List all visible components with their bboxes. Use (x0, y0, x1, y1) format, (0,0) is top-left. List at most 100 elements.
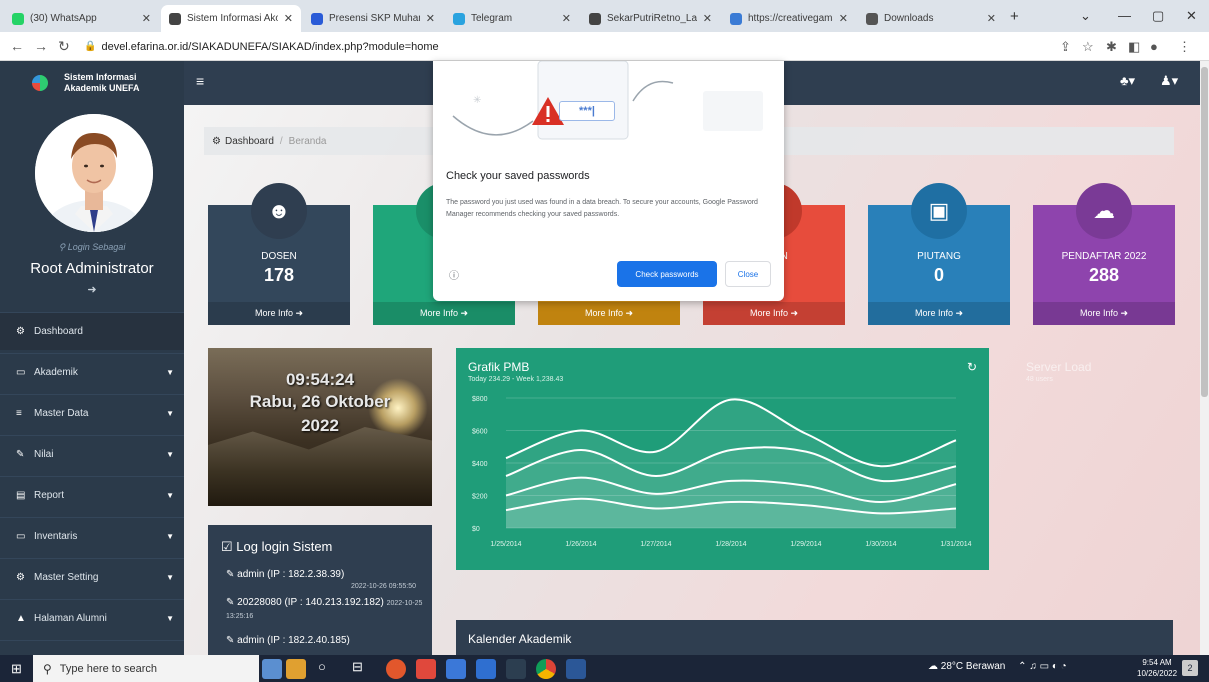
close-tab-icon[interactable]: ✕ (284, 12, 293, 25)
search-icon: ⚲ (43, 661, 52, 676)
back-icon[interactable]: ← (10, 38, 24, 54)
task-view-icon[interactable]: ⊟ (352, 659, 372, 679)
stat-label: DOSEN (261, 251, 297, 262)
close-popup-button[interactable]: Close (725, 261, 771, 287)
sidebar-item-pmb[interactable]: ●PMB▼ (0, 640, 184, 655)
info-icon[interactable]: ⓘ (449, 267, 459, 282)
tab-search-icon[interactable]: ⌄ (1080, 8, 1091, 24)
caret-down-icon: ▼ (166, 614, 174, 623)
caret-down-icon: ▼ (166, 450, 174, 459)
browser-tab[interactable]: https://creativegama ✕ (722, 5, 856, 32)
close-tab-icon[interactable]: ✕ (426, 12, 435, 25)
bookmark-star-icon[interactable]: ☆ (1082, 39, 1094, 55)
taskbar-clock[interactable]: 9:54 AM 10/26/2022 (1137, 657, 1177, 679)
weather-text[interactable]: 28°C Berawan (941, 661, 1006, 672)
close-tab-icon[interactable]: ✕ (987, 12, 996, 25)
chrome-icon[interactable] (536, 659, 556, 679)
hamburger-menu-icon[interactable]: ≡ (196, 73, 204, 89)
browser-tab[interactable]: SekarPutriRetno_Lap ✕ (581, 5, 720, 32)
stat-box: ☁ PENDAFTAR 2022 288 More Info ➜ (1033, 183, 1175, 325)
browser-tab[interactable]: (30) WhatsApp ✕ (4, 5, 159, 32)
close-tab-icon[interactable]: ✕ (562, 12, 571, 25)
minimize-icon[interactable]: — (1118, 8, 1131, 23)
pmb-today-value: 234.29 (488, 376, 511, 383)
new-tab-button[interactable]: + (1010, 8, 1019, 25)
favicon-icon (453, 12, 465, 25)
sidebar-item-inventaris[interactable]: ▭ Inventaris ▼ (0, 517, 184, 555)
store-icon[interactable] (506, 659, 526, 679)
login-log-panel: ☑ Log login Sistem ✎ admin (IP : 182.2.3… (208, 525, 432, 655)
close-tab-icon[interactable]: ✕ (142, 12, 151, 25)
user-dropdown-icon[interactable]: ♟▾ (1160, 73, 1178, 89)
favicon-icon (730, 12, 742, 25)
maximize-icon[interactable]: ▢ (1152, 8, 1164, 24)
clock-date: Rabu, 26 Oktober (249, 392, 391, 411)
word-icon[interactable] (566, 659, 586, 679)
brand[interactable]: Sistem Informasi Akademik UNEFA (0, 61, 184, 105)
clock-year: 2022 (301, 416, 339, 435)
popup-title: Check your saved passwords (446, 170, 590, 182)
profile-avatar-icon[interactable]: ● (1150, 39, 1158, 54)
cortana-icon[interactable]: ○ (318, 659, 338, 679)
calendar-icon: ▭ (16, 367, 26, 378)
browser-tab[interactable]: Sistem Informasi Ako ✕ (161, 5, 301, 32)
browser-tab[interactable]: Downloads ✕ (858, 5, 1004, 32)
taskbar-search[interactable]: ⚲ Type here to search (33, 655, 259, 682)
news-widget-icon[interactable] (262, 659, 282, 679)
notification-icon[interactable]: 2 (1182, 660, 1198, 676)
breadcrumb-home[interactable]: Dashboard (225, 136, 274, 147)
sidebar-item-halaman-alumni[interactable]: ▲ Halaman Alumni ▼ (0, 599, 184, 637)
caret-down-icon: ▼ (166, 409, 174, 418)
menu-kebab-icon[interactable]: ⋮ (1178, 39, 1191, 55)
forward-icon[interactable]: → (34, 38, 48, 54)
more-info-link[interactable]: More Info ➜ (703, 302, 845, 325)
reload-icon[interactable]: ↻ (58, 38, 70, 55)
browser-tab[interactable]: Telegram ✕ (445, 5, 579, 32)
favicon-icon (12, 12, 24, 25)
app-icon[interactable] (386, 659, 406, 679)
log-entry: ✎ admin (IP : 182.2.40.185) (226, 635, 350, 646)
stat-label: PIUTANG (917, 251, 961, 262)
close-tab-icon[interactable]: ✕ (703, 12, 712, 25)
app-icon[interactable] (446, 659, 466, 679)
masked-password: ***| (559, 101, 615, 121)
more-info-link[interactable]: More Info ➜ (1033, 302, 1175, 325)
folder-icon[interactable] (286, 659, 306, 679)
taskbar-search-placeholder: Type here to search (59, 662, 158, 675)
browser-tab[interactable]: Presensi SKP Muham ✕ (303, 5, 443, 32)
address-bar[interactable]: 🔒 devel.efarina.or.id/SIAKADUNEFA/SIAKAD… (84, 36, 1208, 57)
app-icon[interactable] (416, 659, 436, 679)
share-icon[interactable]: ⇪ (1060, 39, 1071, 55)
windows-start-icon[interactable]: ⊞ (11, 661, 22, 677)
caret-down-icon: ▼ (166, 491, 174, 500)
close-tab-icon[interactable]: ✕ (839, 12, 848, 25)
more-info-link[interactable]: More Info ➜ (208, 302, 350, 325)
check-passwords-button[interactable]: Check passwords (617, 261, 717, 287)
sidebar-item-master-setting[interactable]: ⚙ Master Setting ▼ (0, 558, 184, 596)
refresh-icon[interactable]: ↻ (967, 360, 977, 374)
sidebar-item-nilai[interactable]: ✎ Nilai ▼ (0, 435, 184, 473)
close-window-icon[interactable]: ✕ (1186, 8, 1197, 24)
tray-icons[interactable]: ⌃ ♫ ▭ ◐ ◔ (1018, 661, 1067, 672)
sitemap-dropdown-icon[interactable]: ♣▾ (1120, 73, 1135, 89)
stat-label: PENDAFTAR 2022 (1061, 251, 1147, 262)
pencil-icon: ✎ (226, 569, 238, 580)
more-info-link[interactable]: More Info ➜ (538, 302, 680, 325)
extensions-icon[interactable]: ✱ (1106, 39, 1117, 55)
more-info-link[interactable]: More Info ➜ (373, 302, 515, 325)
stat-value: 0 (933, 265, 944, 285)
more-info-link[interactable]: More Info ➜ (868, 302, 1010, 325)
sidepanel-icon[interactable]: ◧ (1128, 39, 1140, 55)
password-check-popup: ✳ ***| Check your saved passwords The pa… (433, 61, 784, 301)
sidebar-item-akademik[interactable]: ▭ Akademik ▼ (0, 353, 184, 391)
logout-icon[interactable]: ➜ (0, 283, 184, 296)
file-explorer-icon[interactable] (476, 659, 496, 679)
sidebar-item-master-data[interactable]: ≡ Master Data ▼ (0, 394, 184, 432)
sidebar-item-report[interactable]: ▤ Report ▼ (0, 476, 184, 514)
server-load-title: Server Load (1026, 360, 1092, 374)
sidebar-item-dashboard[interactable]: ⚙ Dashboard (0, 312, 184, 350)
page-scrollbar[interactable] (1200, 61, 1209, 655)
browser-toolbar: ← → ↻ 🔒 devel.efarina.or.id/SIAKADUNEFA/… (0, 32, 1209, 61)
y-tick-label: $200 (472, 494, 488, 501)
login-log-title: Log login Sistem (236, 539, 333, 554)
